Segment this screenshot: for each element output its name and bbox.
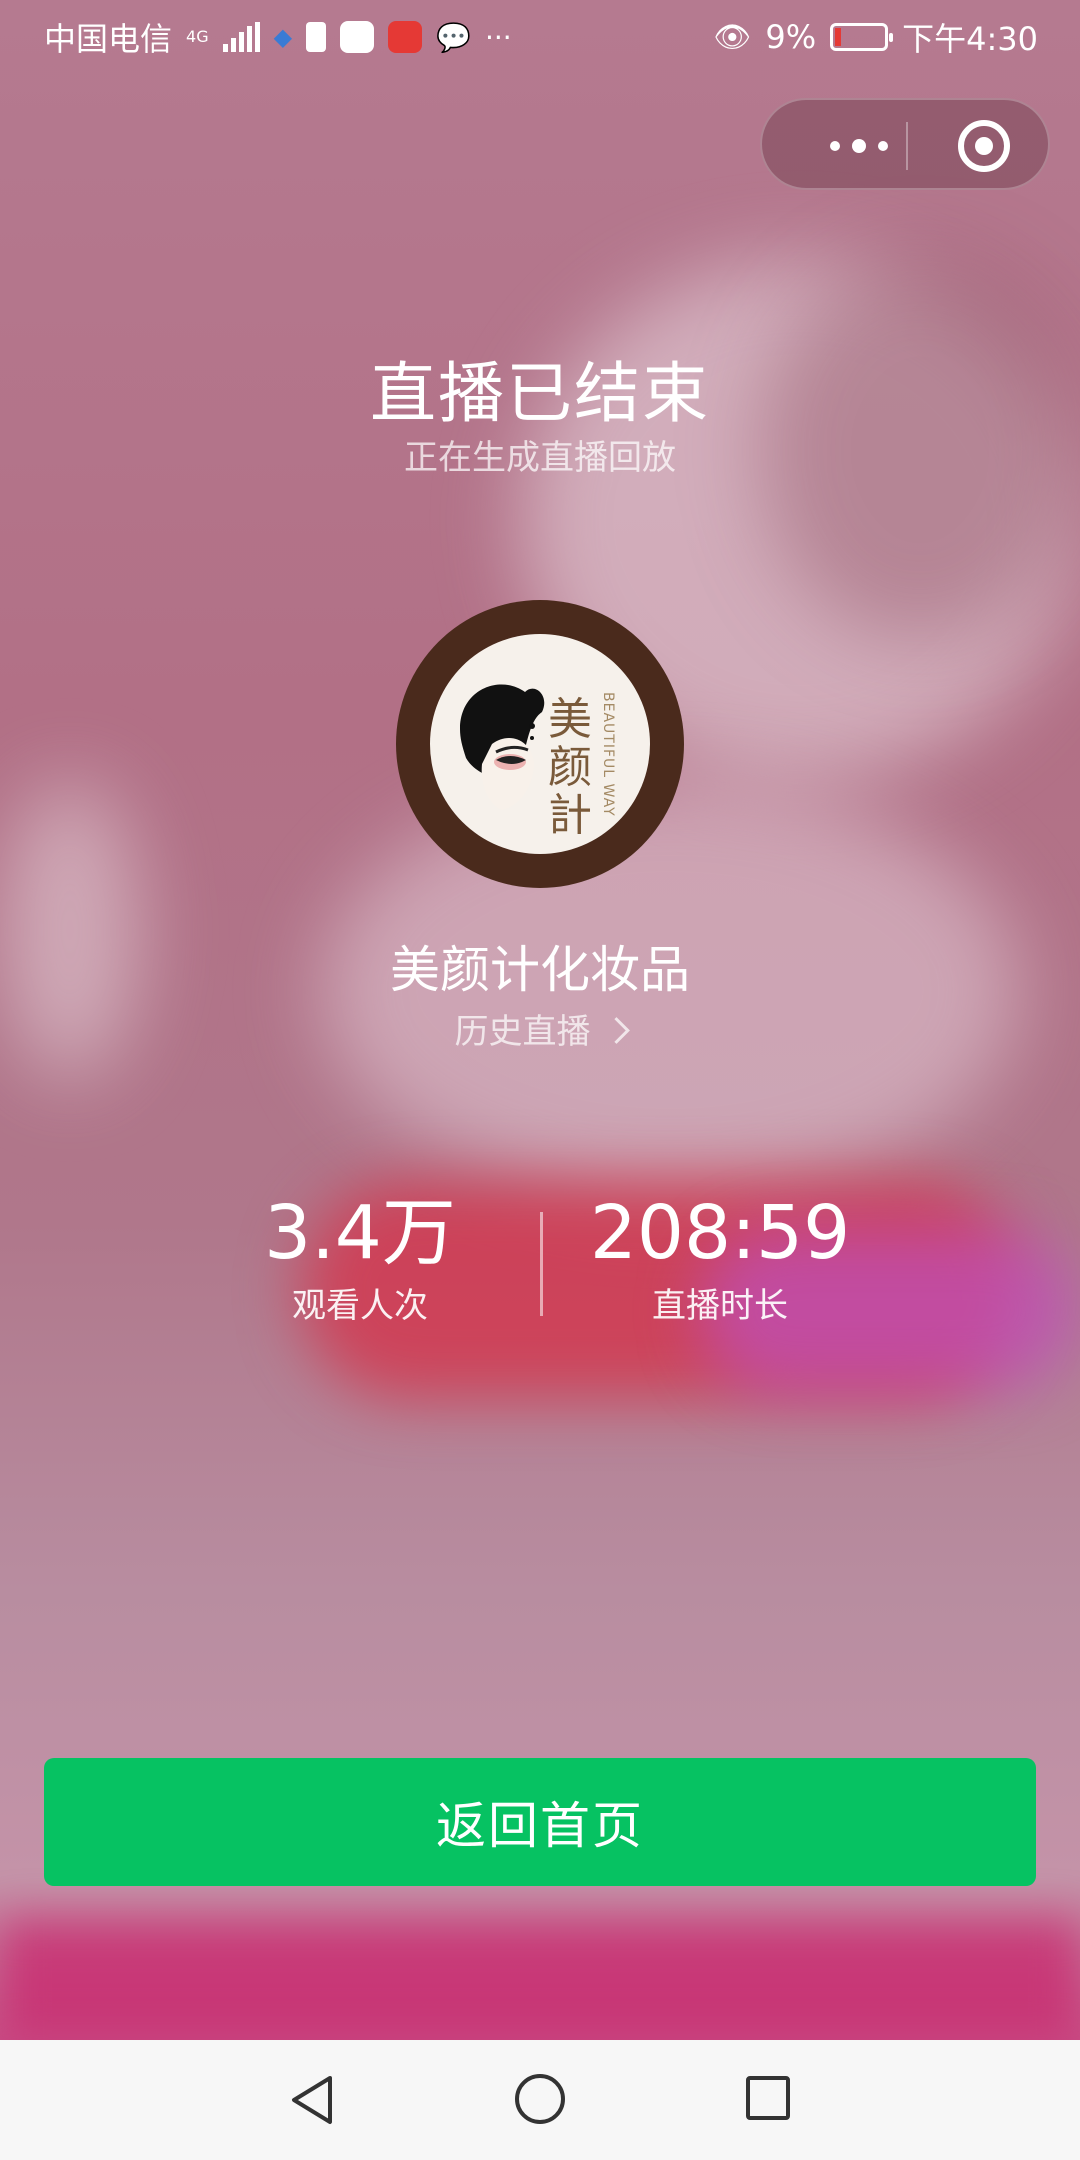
more-notifications-icon: ··· — [484, 20, 512, 54]
duration-label: 直播时长 — [652, 1286, 788, 1326]
view-count-label: 观看人次 — [292, 1286, 428, 1326]
network-type-label: 4G — [186, 27, 209, 46]
streamer-avatar[interactable]: 美颜計 BEAUTIFUL WAY — [396, 600, 684, 888]
news-app-icon — [388, 21, 423, 53]
duration-stat: 208:59 直播时长 — [570, 1190, 870, 1327]
streamer-name: 美颜计化妆品 — [390, 941, 690, 999]
opera-face-icon — [460, 684, 545, 810]
replay-generating-subtitle: 正在生成直播回放 — [404, 438, 676, 478]
recent-square-icon[interactable] — [746, 2076, 790, 2120]
chevron-right-icon — [602, 1017, 630, 1044]
mini-program-capsule — [760, 98, 1050, 190]
logo-subtext: BEAUTIFUL WAY — [600, 692, 616, 817]
carrier-label: 中国电信 — [44, 20, 173, 58]
history-live-label: 历史直播 — [454, 1012, 591, 1052]
capsule-divider — [906, 122, 908, 170]
battery-percent: 9% — [765, 18, 817, 56]
target-close-icon[interactable] — [958, 120, 1010, 172]
history-live-link[interactable]: 历史直播 — [0, 1004, 1080, 1053]
return-home-button[interactable]: 返回首页 — [44, 1758, 1036, 1886]
signal-icon — [222, 22, 260, 52]
chat-bubble-icon: 💬 — [436, 20, 471, 54]
live-ended-title: 直播已结束 — [370, 355, 710, 432]
status-bar: 中国电信 4G ◆ 💬 ··· 👁 9% 下午4:30 — [0, 0, 1080, 72]
avatar-logo: 美颜計 BEAUTIFUL WAY — [430, 634, 650, 854]
baidu-icon — [340, 21, 375, 53]
system-nav-bar — [0, 2040, 1080, 2160]
duration-value: 208:59 — [589, 1190, 851, 1276]
battery-icon — [830, 23, 894, 51]
app-icon-blue: ◆ — [273, 23, 293, 51]
sim-icon — [306, 22, 327, 52]
view-count-value: 3.4万 — [264, 1190, 456, 1276]
logo-characters: 美颜計 — [548, 694, 592, 841]
eye-icon: 👁 — [713, 19, 752, 55]
stats-divider — [540, 1212, 543, 1316]
more-icon[interactable] — [814, 128, 904, 164]
view-count-stat: 3.4万 观看人次 — [210, 1190, 510, 1327]
clock: 下午4:30 — [902, 20, 1038, 58]
back-triangle-icon[interactable] — [288, 2074, 338, 2126]
home-circle-icon[interactable] — [515, 2074, 565, 2124]
